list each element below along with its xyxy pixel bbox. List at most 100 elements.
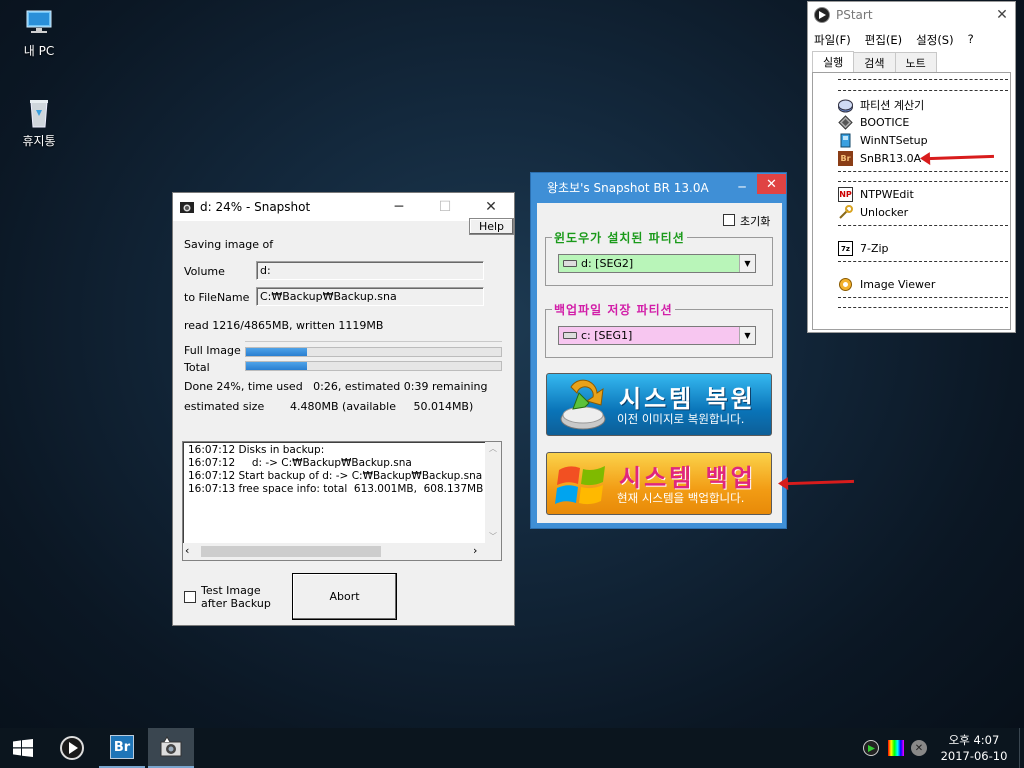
list-item-label: Image Viewer: [860, 278, 936, 291]
log-line: 16:07:12 Start backup of d: -> C:₩Backup…: [188, 470, 483, 482]
close-button[interactable]: ✕: [989, 7, 1015, 23]
backup-partition-select[interactable]: c: [SEG1] ▼: [558, 326, 756, 345]
7zip-icon: 7z: [838, 241, 853, 256]
taskbar-pstart[interactable]: [49, 728, 95, 768]
scroll-up-icon[interactable]: ︿: [485, 442, 501, 456]
reset-label: 초기화: [740, 215, 771, 228]
separator: [838, 225, 1008, 226]
list-item-winntsetup[interactable]: WinNTSetup: [838, 133, 928, 148]
maximize-button[interactable]: ☐: [422, 193, 468, 221]
recycle-bin-icon: [21, 98, 57, 128]
menu-help[interactable]: ?: [968, 32, 974, 50]
pstart-window: PStart ✕ 파일(F) 편집(E) 설정(S) ? 실행 검색 노트 파티…: [807, 1, 1016, 333]
full-image-progress: [245, 347, 502, 357]
log-horizontal-scrollbar[interactable]: ‹ ›: [183, 543, 501, 560]
read-written-text: read 1216/4865MB, written 1119MB: [184, 319, 384, 332]
tab-notes[interactable]: 노트: [894, 52, 937, 73]
desktop-icon-label: 내 PC: [23, 44, 55, 58]
minimize-button[interactable]: ─: [727, 180, 757, 194]
list-item-bootice[interactable]: BOOTICE: [838, 115, 909, 130]
minimize-button[interactable]: ─: [376, 193, 422, 221]
pstart-titlebar[interactable]: PStart ✕: [808, 2, 1015, 28]
desktop-icon-recycle-bin[interactable]: 휴지통: [9, 98, 69, 149]
log-line: 16:07:12 Disks in backup:: [188, 444, 325, 456]
pstart-tabs: 실행 검색 노트: [812, 51, 937, 73]
log-vertical-scrollbar[interactable]: ︿ ﹀: [485, 442, 501, 544]
snbr-window: 왕초보's Snapshot BR 13.0A ─ ✕ 초기화 윈도우가 설치된…: [530, 172, 787, 529]
list-item-snbr[interactable]: Br SnBR13.0A: [838, 151, 921, 166]
filename-field: C:₩Backup₩Backup.sna: [256, 287, 484, 306]
backup-subtitle: 현재 시스템을 백업합니다.: [617, 491, 745, 505]
filename-label: to FileName: [184, 291, 250, 304]
winntsetup-icon: [838, 133, 853, 148]
system-restore-button[interactable]: 시스템 복원 이전 이미지로 복원합니다.: [546, 373, 772, 436]
pstart-menubar: 파일(F) 편집(E) 설정(S) ?: [808, 28, 1015, 50]
taskbar-snbr[interactable]: Br: [99, 728, 145, 768]
volume-label: Volume: [184, 265, 225, 278]
unlocker-icon: [838, 205, 853, 220]
list-item-label: 7-Zip: [860, 242, 889, 255]
tray-color-icon[interactable]: [888, 740, 904, 756]
scroll-right-icon[interactable]: ›: [473, 544, 477, 557]
list-item-label: NTPWEdit: [860, 188, 914, 201]
done-text: Done 24%, time used 0:26, estimated 0:39…: [184, 380, 488, 393]
chevron-down-icon[interactable]: ▼: [739, 255, 755, 272]
snbr-icon: Br: [110, 735, 134, 759]
total-label: Total: [184, 361, 210, 374]
tray-play-icon[interactable]: [863, 740, 879, 756]
tab-search[interactable]: 검색: [853, 52, 896, 73]
list-item-partition-calculator[interactable]: 파티션 계산기: [838, 97, 924, 113]
image-viewer-icon: [838, 277, 853, 292]
snbr-body: 초기화 윈도우가 설치된 파티션 d: [SEG2] ▼ 백업파일 저장 파티션…: [537, 203, 782, 523]
close-button[interactable]: ✕: [757, 174, 786, 194]
taskbar-snapshot[interactable]: [148, 728, 194, 768]
pstart-program-list: 파티션 계산기 BOOTICE WinNTSetup Br SnBR13.0A …: [812, 72, 1011, 330]
show-desktop-button[interactable]: [1019, 728, 1024, 768]
test-image-checkbox[interactable]: [184, 591, 196, 603]
pstart-title: PStart: [836, 8, 873, 22]
scroll-left-icon[interactable]: ‹: [185, 544, 189, 557]
saving-label: Saving image of: [184, 238, 274, 251]
estimated-size-label: estimated size: [184, 400, 265, 413]
total-progress: [245, 361, 502, 371]
snapshot-titlebar[interactable]: d: 24% - Snapshot ─ ☐ ✕: [173, 193, 514, 221]
scroll-thumb[interactable]: [201, 546, 381, 557]
abort-button[interactable]: Abort: [292, 573, 397, 620]
list-item-unlocker[interactable]: Unlocker: [838, 205, 908, 220]
scroll-down-icon[interactable]: ﹀: [485, 530, 501, 544]
estimated-size-value: 4.480MB (available 50.014MB): [290, 400, 474, 413]
list-item-label: BOOTICE: [860, 116, 910, 129]
menu-edit[interactable]: 편집(E): [865, 32, 902, 50]
help-button[interactable]: Help: [469, 218, 514, 235]
separator: [838, 261, 1008, 262]
backup-partition-value: c: [SEG1]: [581, 329, 633, 342]
log-listbox[interactable]: 16:07:12 Disks in backup: 16:07:12 d: ->…: [182, 441, 502, 561]
menu-file[interactable]: 파일(F): [814, 32, 851, 50]
desktop-icon-my-pc[interactable]: 내 PC: [9, 8, 69, 59]
annotation-arrow: [785, 479, 855, 486]
snapshot-app-icon: [179, 199, 195, 215]
snapshot-title: d: 24% - Snapshot: [200, 200, 311, 214]
snbr-title: 왕초보's Snapshot BR 13.0A: [547, 180, 709, 195]
reset-checkbox[interactable]: [723, 214, 735, 226]
os-partition-group: 윈도우가 설치된 파티션 d: [SEG2] ▼: [545, 229, 773, 286]
tab-run[interactable]: 실행: [812, 51, 855, 72]
list-item-label: 파티션 계산기: [860, 99, 925, 112]
restore-title: 시스템 복원: [619, 385, 756, 413]
close-button[interactable]: ✕: [468, 193, 514, 221]
snbr-titlebar[interactable]: 왕초보's Snapshot BR 13.0A ─ ✕: [531, 173, 786, 201]
chevron-down-icon[interactable]: ▼: [739, 327, 755, 344]
log-lines: 16:07:12 Disks in backup: 16:07:12 d: ->…: [183, 444, 488, 544]
list-item-ntpwedit[interactable]: NP NTPWEdit: [838, 187, 914, 202]
system-backup-button[interactable]: 시스템 백업 현재 시스템을 백업합니다.: [546, 452, 772, 515]
menu-settings[interactable]: 설정(S): [916, 32, 953, 50]
list-item-7zip[interactable]: 7z 7-Zip: [838, 241, 889, 256]
start-button[interactable]: [0, 728, 46, 768]
list-item-image-viewer[interactable]: Image Viewer: [838, 277, 935, 292]
full-image-label: Full Image: [184, 344, 241, 357]
backup-title: 시스템 백업: [619, 464, 756, 492]
tray-close-icon[interactable]: ✕: [911, 740, 927, 756]
taskbar-clock[interactable]: 오후 4:07 2017-06-10: [934, 732, 1014, 764]
restore-subtitle: 이전 이미지로 복원합니다.: [617, 412, 745, 426]
os-partition-select[interactable]: d: [SEG2] ▼: [558, 254, 756, 273]
